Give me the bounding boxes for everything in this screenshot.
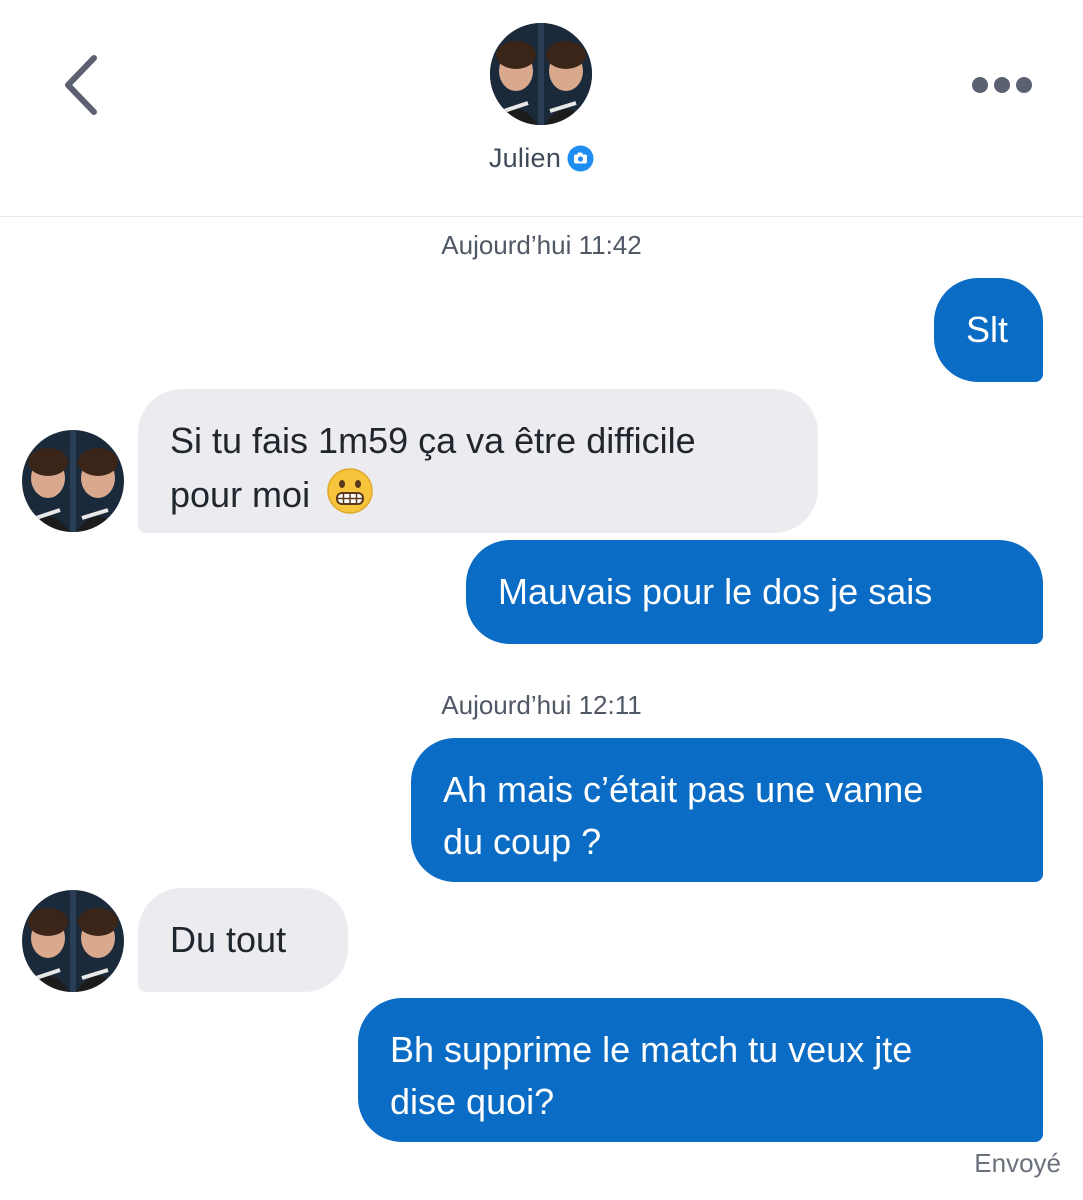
- message-bubble-sent[interactable]: Mauvais pour le dos je sais: [466, 540, 1043, 644]
- more-options-button[interactable]: [968, 70, 1036, 100]
- more-horizontal-icon: [972, 77, 1032, 93]
- contact-name-row[interactable]: Julien: [0, 138, 1083, 178]
- message-text: Du tout: [170, 919, 287, 960]
- message-bubble-received[interactable]: Si tu fais 1m59 ça va être difficile pou…: [138, 389, 818, 533]
- contact-name: Julien: [488, 142, 562, 173]
- chat-header: Julien: [0, 0, 1083, 217]
- message-text: pour moi: [170, 474, 311, 515]
- message-text: Mauvais pour le dos je sais: [498, 571, 933, 612]
- delivery-status: Envoyé: [974, 1148, 1061, 1178]
- message-text-line: Bh supprime le match tu veux jte: [390, 1029, 913, 1070]
- message-bubble-received[interactable]: Du tout: [138, 888, 348, 992]
- sender-avatar[interactable]: [22, 430, 124, 532]
- sender-avatar[interactable]: [22, 890, 124, 992]
- contact-avatar[interactable]: [490, 23, 592, 125]
- message-text-line-2: dise quoi?: [390, 1081, 555, 1122]
- message-text-line-2: pour moi: [170, 467, 786, 521]
- message-bubble-sent[interactable]: Slt: [934, 278, 1043, 382]
- chat-screen: Julien Aujourd’hui 11:42 Slt Si tu fais …: [0, 0, 1083, 1200]
- message-text-line: Ah mais c’était pas une vanne: [443, 769, 924, 810]
- grimacing-face-emoji: [327, 468, 373, 514]
- message-text: Slt: [966, 309, 1009, 350]
- back-button[interactable]: [58, 50, 108, 120]
- message-bubble-sent[interactable]: Ah mais c’était pas une vanne du coup ?: [411, 738, 1043, 882]
- message-text-line: Si tu fais 1m59 ça va être difficile: [170, 420, 696, 461]
- message-bubble-sent[interactable]: Bh supprime le match tu veux jte dise qu…: [358, 998, 1043, 1142]
- timestamp: Aujourd’hui 11:42: [441, 230, 642, 260]
- camera-badge-icon: [567, 145, 594, 171]
- message-text-line-2: du coup ?: [443, 821, 602, 862]
- chevron-left-icon: [65, 55, 97, 115]
- timestamp: Aujourd’hui 12:11: [441, 690, 642, 720]
